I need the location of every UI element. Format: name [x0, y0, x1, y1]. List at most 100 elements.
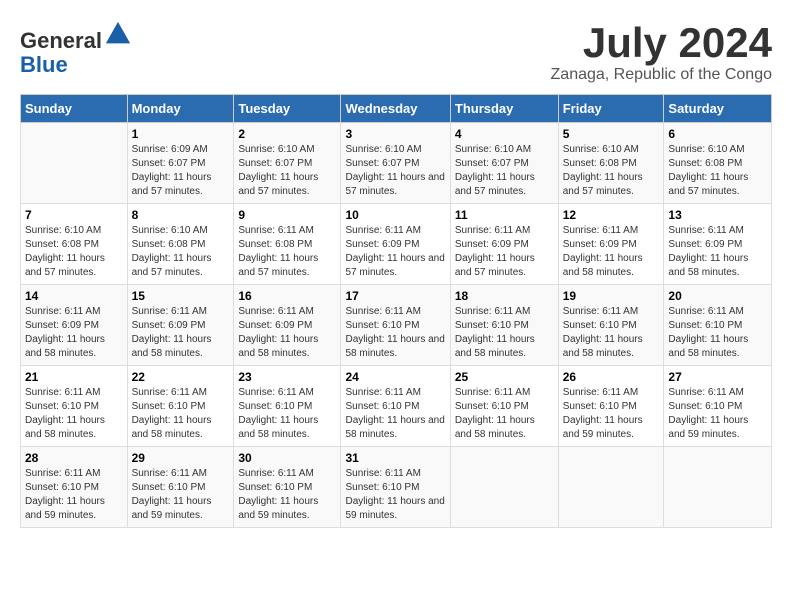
- day-number: 25: [455, 370, 554, 384]
- day-number: 15: [132, 289, 230, 303]
- day-info: Sunrise: 6:11 AMSunset: 6:10 PMDaylight:…: [25, 467, 123, 523]
- day-info: Sunrise: 6:11 AMSunset: 6:10 PMDaylight:…: [563, 305, 660, 361]
- day-info: Sunrise: 6:11 AMSunset: 6:10 PMDaylight:…: [455, 386, 554, 442]
- calendar-cell: 27 Sunrise: 6:11 AMSunset: 6:10 PMDayligh…: [664, 366, 772, 447]
- calendar-week-row: 1Sunrise: 6:09 AMSunset: 6:07 PMDaylight…: [21, 123, 772, 204]
- calendar-cell: [558, 447, 664, 528]
- day-number: 20: [668, 289, 767, 303]
- calendar-cell: 26 Sunrise: 6:11 AMSunset: 6:10 PMDayligh…: [558, 366, 664, 447]
- day-number: 29: [132, 451, 230, 465]
- day-info: Sunrise: 6:11 AMSunset: 6:08 PMDaylight:…: [238, 224, 336, 280]
- header-row: SundayMondayTuesdayWednesdayThursdayFrid…: [21, 95, 772, 123]
- day-number: 28: [25, 451, 123, 465]
- calendar-cell: 10Sunrise: 6:11 AMSunset: 6:09 PMDayligh…: [341, 204, 450, 285]
- day-number: 13: [668, 208, 767, 222]
- day-info: Sunrise: 6:11 AMSunset: 6:09 PMDaylight:…: [563, 224, 660, 280]
- weekday-header: Wednesday: [341, 95, 450, 123]
- calendar-cell: [664, 447, 772, 528]
- day-number: 11: [455, 208, 554, 222]
- day-info: Sunrise: 6:11 AMSunset: 6:09 PMDaylight:…: [25, 305, 123, 361]
- day-number: 24: [345, 370, 445, 384]
- day-number: 6: [668, 127, 767, 141]
- day-info: Sunrise: 6:11 AMSunset: 6:10 PMDaylight:…: [668, 305, 767, 361]
- day-number: 19: [563, 289, 660, 303]
- day-number: 2: [238, 127, 336, 141]
- day-info: Sunrise: 6:11 AMSunset: 6:09 PMDaylight:…: [455, 224, 554, 280]
- day-info: Sunrise: 6:11 AMSunset: 6:10 PMDaylight:…: [563, 386, 660, 442]
- day-info: Sunrise: 6:11 AMSunset: 6:10 PMDaylight:…: [668, 386, 767, 442]
- day-number: 26: [563, 370, 660, 384]
- day-info: Sunrise: 6:10 AMSunset: 6:08 PMDaylight:…: [25, 224, 123, 280]
- day-info: Sunrise: 6:11 AMSunset: 6:10 PMDaylight:…: [345, 305, 445, 361]
- calendar-cell: 18Sunrise: 6:11 AMSunset: 6:10 PMDayligh…: [450, 285, 558, 366]
- day-info: Sunrise: 6:11 AMSunset: 6:10 PMDaylight:…: [345, 467, 445, 523]
- calendar-cell: 30Sunrise: 6:11 AMSunset: 6:10 PMDayligh…: [234, 447, 341, 528]
- calendar-cell: 3 Sunrise: 6:10 AMSunset: 6:07 PMDaylight…: [341, 123, 450, 204]
- main-title: July 2024: [551, 20, 772, 66]
- calendar-cell: 23Sunrise: 6:11 AMSunset: 6:10 PMDayligh…: [234, 366, 341, 447]
- calendar-cell: 14 Sunrise: 6:11 AMSunset: 6:09 PMDayligh…: [21, 285, 128, 366]
- calendar-cell: 9 Sunrise: 6:11 AMSunset: 6:08 PMDaylight…: [234, 204, 341, 285]
- day-number: 14: [25, 289, 123, 303]
- day-number: 7: [25, 208, 123, 222]
- page-header: General Blue July 2024 Zanaga, Republic …: [20, 20, 772, 84]
- calendar-cell: 17 Sunrise: 6:11 AMSunset: 6:10 PMDayligh…: [341, 285, 450, 366]
- calendar-cell: 24 Sunrise: 6:11 AMSunset: 6:10 PMDayligh…: [341, 366, 450, 447]
- day-info: Sunrise: 6:11 AMSunset: 6:10 PMDaylight:…: [345, 386, 445, 442]
- day-number: 27: [668, 370, 767, 384]
- calendar-cell: 12Sunrise: 6:11 AMSunset: 6:09 PMDayligh…: [558, 204, 664, 285]
- calendar-cell: 29Sunrise: 6:11 AMSunset: 6:10 PMDayligh…: [127, 447, 234, 528]
- weekday-header: Thursday: [450, 95, 558, 123]
- calendar-cell: 21 Sunrise: 6:11 AMSunset: 6:10 PMDayligh…: [21, 366, 128, 447]
- calendar-cell: 31Sunrise: 6:11 AMSunset: 6:10 PMDayligh…: [341, 447, 450, 528]
- day-number: 17: [345, 289, 445, 303]
- calendar-week-row: 7 Sunrise: 6:10 AMSunset: 6:08 PMDaylight…: [21, 204, 772, 285]
- day-info: Sunrise: 6:11 AMSunset: 6:10 PMDaylight:…: [25, 386, 123, 442]
- day-number: 21: [25, 370, 123, 384]
- calendar-cell: 22 Sunrise: 6:11 AMSunset: 6:10 PMDayligh…: [127, 366, 234, 447]
- calendar-cell: 5 Sunrise: 6:10 AMSunset: 6:08 PMDaylight…: [558, 123, 664, 204]
- calendar-cell: 16 Sunrise: 6:11 AMSunset: 6:09 PMDayligh…: [234, 285, 341, 366]
- day-number: 5: [563, 127, 660, 141]
- weekday-header: Friday: [558, 95, 664, 123]
- weekday-header: Tuesday: [234, 95, 341, 123]
- calendar-cell: 13Sunrise: 6:11 AMSunset: 6:09 PMDayligh…: [664, 204, 772, 285]
- calendar-week-row: 14 Sunrise: 6:11 AMSunset: 6:09 PMDayligh…: [21, 285, 772, 366]
- logo-blue: Blue: [20, 52, 68, 77]
- weekday-header: Sunday: [21, 95, 128, 123]
- day-info: Sunrise: 6:10 AMSunset: 6:07 PMDaylight:…: [238, 143, 336, 199]
- day-number: 3: [345, 127, 445, 141]
- title-block: July 2024 Zanaga, Republic of the Congo: [551, 20, 772, 84]
- day-info: Sunrise: 6:11 AMSunset: 6:09 PMDaylight:…: [345, 224, 445, 280]
- calendar-cell: 25 Sunrise: 6:11 AMSunset: 6:10 PMDayligh…: [450, 366, 558, 447]
- calendar-cell: 7 Sunrise: 6:10 AMSunset: 6:08 PMDaylight…: [21, 204, 128, 285]
- calendar-cell: 6Sunrise: 6:10 AMSunset: 6:08 PMDaylight…: [664, 123, 772, 204]
- calendar-cell: 11 Sunrise: 6:11 AMSunset: 6:09 PMDayligh…: [450, 204, 558, 285]
- logo-general: General: [20, 28, 102, 53]
- day-number: 16: [238, 289, 336, 303]
- day-number: 1: [132, 127, 230, 141]
- calendar-cell: [450, 447, 558, 528]
- day-info: Sunrise: 6:11 AMSunset: 6:10 PMDaylight:…: [132, 386, 230, 442]
- calendar-cell: 8 Sunrise: 6:10 AMSunset: 6:08 PMDaylight…: [127, 204, 234, 285]
- weekday-header: Monday: [127, 95, 234, 123]
- calendar-cell: [21, 123, 128, 204]
- calendar-cell: 4Sunrise: 6:10 AMSunset: 6:07 PMDaylight…: [450, 123, 558, 204]
- day-info: Sunrise: 6:11 AMSunset: 6:09 PMDaylight:…: [238, 305, 336, 361]
- day-info: Sunrise: 6:11 AMSunset: 6:10 PMDaylight:…: [238, 467, 336, 523]
- day-info: Sunrise: 6:10 AMSunset: 6:08 PMDaylight:…: [563, 143, 660, 199]
- day-number: 9: [238, 208, 336, 222]
- calendar-week-row: 21 Sunrise: 6:11 AMSunset: 6:10 PMDayligh…: [21, 366, 772, 447]
- day-number: 22: [132, 370, 230, 384]
- calendar-cell: 19 Sunrise: 6:11 AMSunset: 6:10 PMDayligh…: [558, 285, 664, 366]
- calendar-cell: 28 Sunrise: 6:11 AMSunset: 6:10 PMDayligh…: [21, 447, 128, 528]
- calendar-cell: 2 Sunrise: 6:10 AMSunset: 6:07 PMDaylight…: [234, 123, 341, 204]
- day-info: Sunrise: 6:11 AMSunset: 6:10 PMDaylight:…: [238, 386, 336, 442]
- calendar-cell: 1Sunrise: 6:09 AMSunset: 6:07 PMDaylight…: [127, 123, 234, 204]
- day-number: 8: [132, 208, 230, 222]
- day-info: Sunrise: 6:10 AMSunset: 6:08 PMDaylight:…: [132, 224, 230, 280]
- day-number: 4: [455, 127, 554, 141]
- logo-icon: [104, 20, 132, 48]
- calendar-week-row: 28 Sunrise: 6:11 AMSunset: 6:10 PMDayligh…: [21, 447, 772, 528]
- day-info: Sunrise: 6:10 AMSunset: 6:07 PMDaylight:…: [345, 143, 445, 199]
